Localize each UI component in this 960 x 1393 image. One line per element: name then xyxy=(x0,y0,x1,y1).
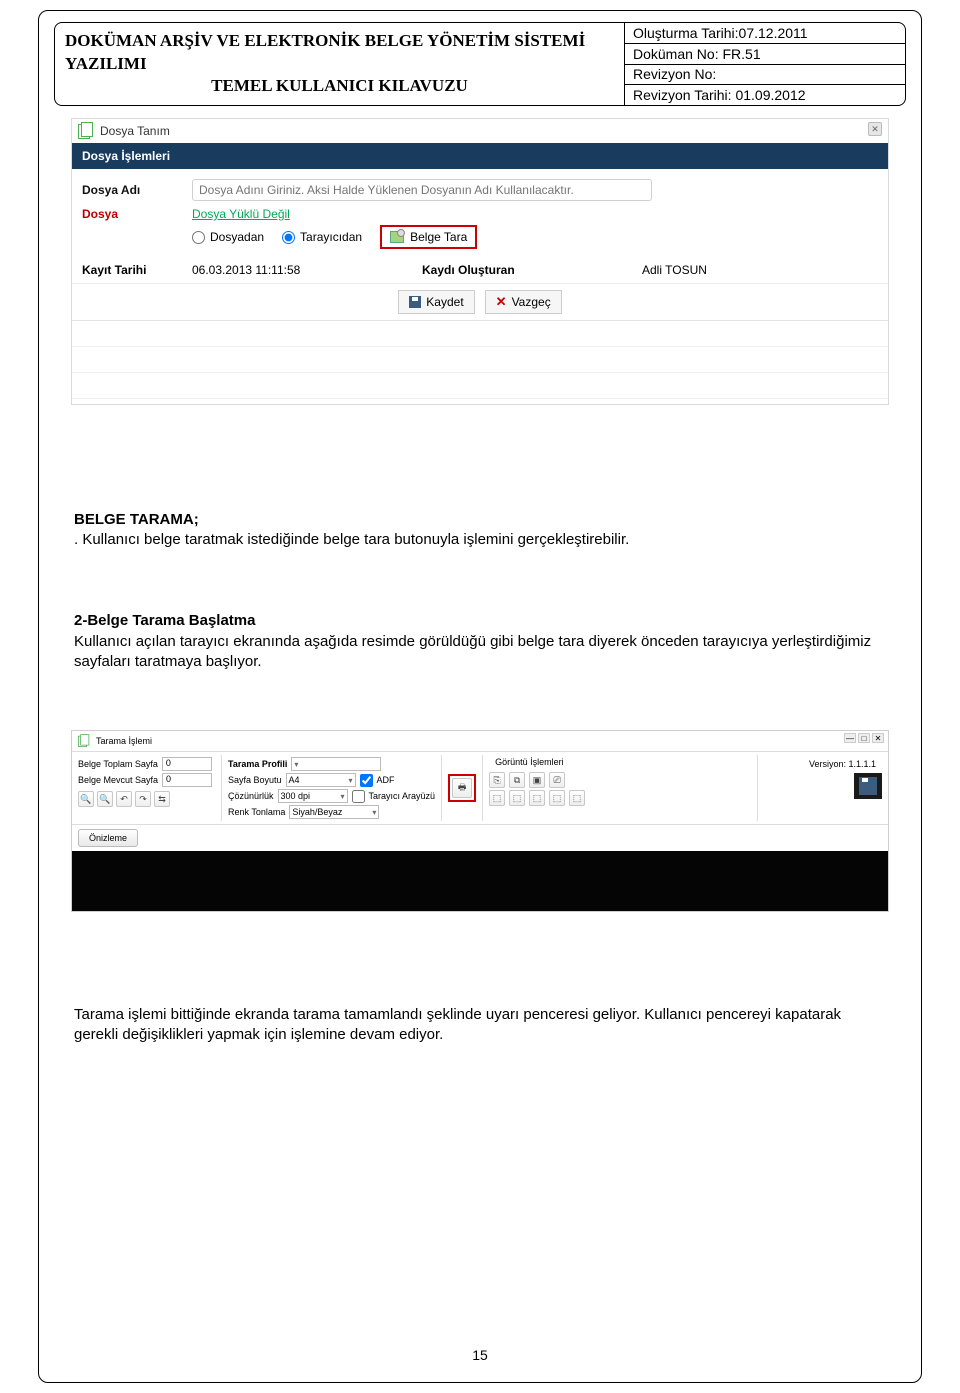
created-date-value: 06.03.2013 11:11:58 xyxy=(192,263,352,277)
total-pages-label: Belge Toplam Sayfa xyxy=(78,759,158,769)
op-icon-8[interactable]: ⬚ xyxy=(549,790,565,806)
header-title: DOKÜMAN ARŞİV VE ELEKTRONİK BELGE YÖNETİ… xyxy=(55,23,625,105)
creator-label: Kaydı Oluşturan xyxy=(422,263,572,277)
adf-checkbox[interactable] xyxy=(360,774,373,787)
meta-revdate: Revizyon Tarihi: 01.09.2012 xyxy=(625,85,905,105)
dialog-title: Dosya Tanım xyxy=(100,124,170,138)
page-number: 15 xyxy=(0,1347,960,1363)
save-icon xyxy=(859,777,877,795)
scanner-icon: 🖶 xyxy=(452,778,472,798)
heading-belge-tarama: BELGE TARAMA; xyxy=(74,510,886,530)
no-file-link[interactable]: Dosya Yüklü Değil xyxy=(192,207,290,221)
meta-revno: Revizyon No: xyxy=(625,65,905,86)
start-scan-button[interactable]: 🖶 xyxy=(448,774,476,802)
scan-icon xyxy=(390,231,404,243)
body-text-block-1: BELGE TARAMA; . Kullanıcı belge taratmak… xyxy=(74,510,886,672)
para-1: . Kullanıcı belge taratmak istediğinde b… xyxy=(74,530,886,550)
created-date-label: Kayıt Tarihi xyxy=(82,263,182,277)
cancel-button[interactable]: ✕ Vazgeç xyxy=(485,290,562,314)
section-header: Dosya İşlemleri xyxy=(72,143,888,169)
op-icon-9[interactable]: ⬚ xyxy=(569,790,585,806)
op-icon-3[interactable]: ▣ xyxy=(529,772,545,788)
file-label: Dosya xyxy=(82,207,182,221)
maximize-icon[interactable]: □ xyxy=(858,733,870,743)
radio-from-scanner-input[interactable] xyxy=(282,231,295,244)
cancel-label: Vazgeç xyxy=(512,295,551,309)
radio-from-scanner-label: Tarayıcıdan xyxy=(300,230,362,244)
document-icon xyxy=(78,123,94,139)
color-select[interactable]: Siyah/Beyaz xyxy=(289,805,379,819)
op-icon-7[interactable]: ⬚ xyxy=(529,790,545,806)
op-icon-1[interactable]: ⎘ xyxy=(489,772,505,788)
screenshot-dosya-tanim: Dosya Tanım ✕ Dosya İşlemleri Dosya Adı … xyxy=(71,118,889,405)
total-pages-input[interactable]: 0 xyxy=(162,757,212,771)
color-label: Renk Tonlama xyxy=(228,807,285,817)
radio-from-file[interactable]: Dosyadan xyxy=(192,230,264,244)
header-title-line1: DOKÜMAN ARŞİV VE ELEKTRONİK BELGE YÖNETİ… xyxy=(65,30,614,76)
meta-docno: Doküman No: FR.51 xyxy=(625,44,905,65)
save-scan-button[interactable] xyxy=(854,773,882,799)
save-label: Kaydet xyxy=(426,295,463,309)
radio-from-file-input[interactable] xyxy=(192,231,205,244)
screenshot-tarama-islemi: Tarama İşlemi — □ ✕ Belge Toplam Sayfa 0… xyxy=(71,730,889,912)
current-pages-label: Belge Mevcut Sayfa xyxy=(78,775,158,785)
op-icon-5[interactable]: ⬚ xyxy=(489,790,505,806)
rotate-right-icon[interactable]: ↷ xyxy=(135,791,151,807)
close-icon[interactable]: ✕ xyxy=(868,122,882,136)
scanner-ui-label: Tarayıcı Arayüzü xyxy=(369,791,436,801)
image-ops-label: Görüntü İşlemleri xyxy=(489,757,751,770)
close-icon[interactable]: ✕ xyxy=(872,733,884,743)
resolution-select[interactable]: 300 dpi xyxy=(278,789,348,803)
para-3: Tarama işlemi bittiğinde ekranda tarama … xyxy=(74,1005,886,1046)
op-icon-2[interactable]: ⧉ xyxy=(509,772,525,788)
heading-2: 2-Belge Tarama Başlatma xyxy=(74,611,886,631)
file-name-label: Dosya Adı xyxy=(82,183,182,197)
pagesize-label: Sayfa Boyutu xyxy=(228,775,282,785)
preview-button[interactable]: Önizleme xyxy=(78,829,138,847)
scan-dialog-title: Tarama İşlemi xyxy=(96,736,152,746)
document-header: DOKÜMAN ARŞİV VE ELEKTRONİK BELGE YÖNETİ… xyxy=(54,22,906,106)
empty-grid xyxy=(72,320,888,400)
op-icon-6[interactable]: ⬚ xyxy=(509,790,525,806)
belge-tara-button[interactable]: Belge Tara xyxy=(380,225,477,249)
profile-group-label: Tarama Profili xyxy=(228,759,287,769)
header-meta: Oluşturma Tarihi:07.12.2011 Doküman No: … xyxy=(625,23,905,105)
dialog-title-bar: Dosya Tanım ✕ xyxy=(72,119,888,143)
radio-from-scanner[interactable]: Tarayıcıdan xyxy=(282,230,362,244)
save-button[interactable]: Kaydet xyxy=(398,290,474,314)
meta-created: Oluşturma Tarihi:07.12.2011 xyxy=(625,23,905,44)
save-icon xyxy=(409,296,421,308)
fit-icon[interactable]: ⇆ xyxy=(154,791,170,807)
para-2: Kullanıcı açılan tarayıcı ekranında aşağ… xyxy=(74,632,886,673)
rotate-left-icon[interactable]: ↶ xyxy=(116,791,132,807)
body-text-block-2: Tarama işlemi bittiğinde ekranda tarama … xyxy=(74,1005,886,1046)
pagesize-select[interactable]: A4 xyxy=(286,773,356,787)
radio-from-file-label: Dosyadan xyxy=(210,230,264,244)
belge-tara-label: Belge Tara xyxy=(410,230,467,244)
adf-label: ADF xyxy=(377,775,395,785)
profile-select[interactable] xyxy=(291,757,381,771)
minimize-icon[interactable]: — xyxy=(844,733,856,743)
creator-value: Adli TOSUN xyxy=(642,263,762,277)
current-pages-input[interactable]: 0 xyxy=(162,773,212,787)
version-label: Versiyon: 1.1.1.1 xyxy=(803,757,882,771)
op-icon-4[interactable]: ⎚ xyxy=(549,772,565,788)
preview-area xyxy=(72,851,888,911)
zoom-out-icon[interactable]: 🔍 xyxy=(97,791,113,807)
resolution-label: Çözünürlük xyxy=(228,791,274,801)
document-icon xyxy=(78,735,90,747)
scan-dialog-titlebar: Tarama İşlemi — □ ✕ xyxy=(72,731,888,752)
close-icon: ✕ xyxy=(496,294,507,310)
zoom-in-icon[interactable]: 🔍 xyxy=(78,791,94,807)
scanner-ui-checkbox[interactable] xyxy=(352,790,365,803)
file-name-input[interactable] xyxy=(192,179,652,201)
header-title-line2: TEMEL KULLANICI KILAVUZU xyxy=(211,75,468,98)
